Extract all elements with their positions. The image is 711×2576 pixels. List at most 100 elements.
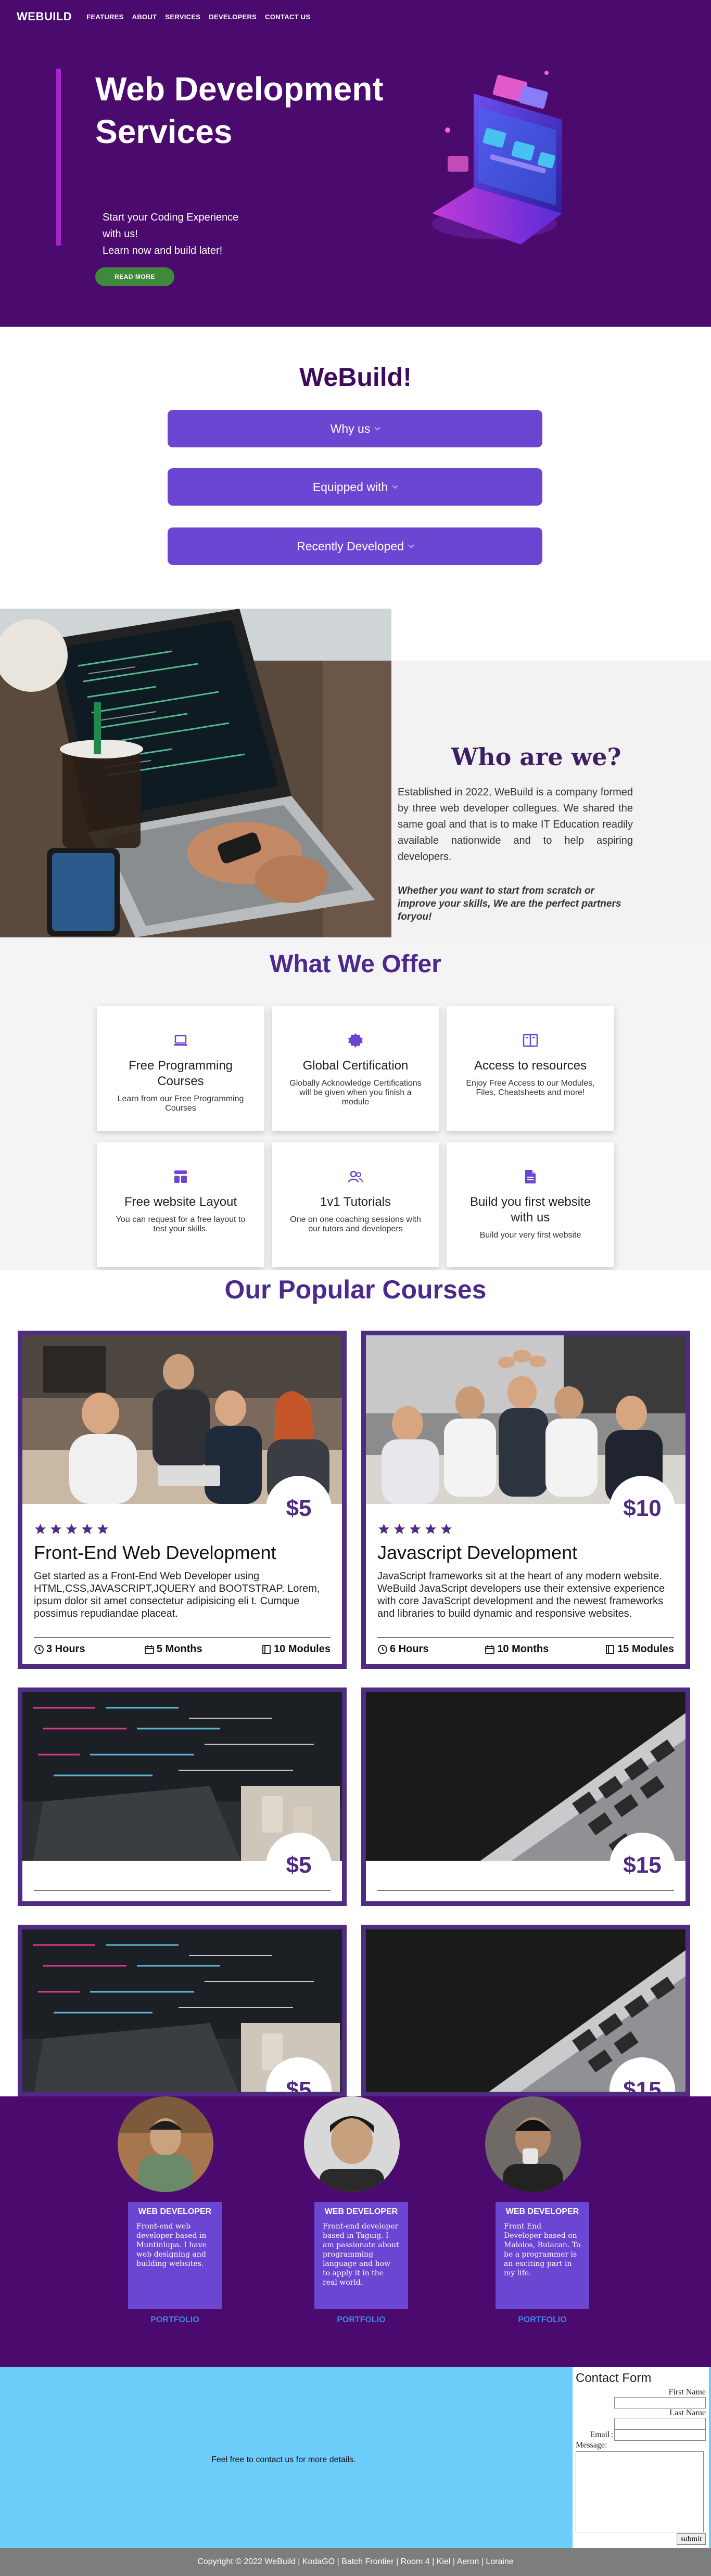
nav-link-services[interactable]: SERVICES <box>165 13 200 21</box>
offer-card-title: 1v1 Tutorials <box>320 1195 391 1209</box>
developer-role: WEB DEVELOPER <box>505 2207 579 2216</box>
offer-card: 1v1 Tutorials One on one coaching sessio… <box>272 1142 439 1267</box>
duration-months: 5 Months <box>144 1643 202 1655</box>
contact-cta-text: Feel free to contact us for more details… <box>211 2455 356 2464</box>
webuild-title: WeBuild! <box>299 363 412 392</box>
offer-card-text: You can request for a free layout to tes… <box>116 1215 246 1233</box>
about-quote: Whether you want to start from scratch o… <box>398 885 621 922</box>
hero-accent-bar <box>56 69 61 246</box>
contact-form-title: Contact Form <box>576 2371 652 2385</box>
email-row: Email: <box>576 2429 706 2441</box>
course-card[interactable]: $15 <box>361 1925 690 2096</box>
nav-link-developers[interactable]: DEVELOPERS <box>209 13 257 21</box>
offer-section: What We Offer Free Programming Courses L… <box>0 937 711 1270</box>
nav-link-contact[interactable]: CONTACT US <box>265 13 310 21</box>
read-more-button[interactable]: READ MORE <box>95 267 174 286</box>
webuild-section: WeBuild! Why us Equipped with Recently D… <box>0 327 711 609</box>
hero-title: Web Development Services <box>95 70 384 150</box>
courses-section: Our Popular Courses $5 Front-End Web Dev… <box>0 1270 711 2096</box>
developer-info: WEB DEVELOPER Front-end web developer ba… <box>128 2202 222 2309</box>
hero-section: WEBUILD FEATURES ABOUT SERVICES DEVELOPE… <box>0 0 711 327</box>
open-book-icon <box>522 1032 539 1049</box>
developer-avatar <box>485 2096 581 2195</box>
course-card[interactable]: $5 <box>18 1925 347 2096</box>
course-meta: 6 Hours 10 Months 15 Modules <box>377 1643 674 1655</box>
first-name-label: First Name <box>668 2388 706 2397</box>
offer-card-text: One on one coaching sessions with our tu… <box>290 1215 421 1233</box>
rating-stars <box>34 1523 331 1536</box>
about-title: Who are we? <box>451 743 621 771</box>
offer-card: Global Certification Globally Acknowledg… <box>272 1006 439 1131</box>
offer-card-title: Access to resources <box>474 1059 587 1073</box>
contact-section: Feel free to contact us for more details… <box>0 2367 711 2548</box>
course-meta: 3 Hours 5 Months 10 Modules <box>34 1643 331 1655</box>
offer-card: Free website Layout You can request for … <box>97 1142 264 1267</box>
users-icon <box>347 1168 364 1185</box>
first-name-input[interactable] <box>614 2397 706 2408</box>
developer-role: WEB DEVELOPER <box>138 2207 212 2216</box>
footer: Copyright © 2022 WeBuild | KodaGO | Batc… <box>0 2548 711 2576</box>
months-label: 5 Months <box>156 1643 202 1655</box>
hero-subtitle: Start your Coding Experience with us! Le… <box>103 209 269 259</box>
course-card[interactable]: $5 <box>18 1688 347 1906</box>
offer-card-title: Free Programming Courses <box>128 1059 233 1088</box>
course-card[interactable]: $5 Front-End Web Development Get started… <box>18 1331 347 1669</box>
last-name-input[interactable] <box>614 2418 706 2429</box>
duration-months: 10 Months <box>485 1643 549 1655</box>
hours-label: 6 Hours <box>390 1643 429 1655</box>
equipped-with-button[interactable]: Equipped with <box>168 468 542 506</box>
brand-logo[interactable]: WEBUILD <box>17 10 72 23</box>
star-icon <box>441 1524 452 1534</box>
offer-card: Access to resources Enjoy Free Access to… <box>447 1006 614 1131</box>
developer-bio: Front End Developer based on Malolos, Bu… <box>504 2222 581 2277</box>
developer-bio: Front-end web developer based in Muntinl… <box>136 2222 207 2268</box>
chevron-down-icon <box>392 482 398 489</box>
course-card[interactable]: $15 <box>361 1688 690 1906</box>
book-icon <box>606 1644 615 1654</box>
star-icon <box>425 1524 436 1534</box>
message-textarea[interactable] <box>576 2451 704 2532</box>
portfolio-link[interactable]: PORTFOLIO <box>304 2315 418 2325</box>
hero-subtitle-line: Learn now and build later! <box>103 245 223 256</box>
why-us-button[interactable]: Why us <box>168 410 542 447</box>
star-icon <box>378 1524 389 1534</box>
calendar-icon <box>485 1645 495 1654</box>
star-icon <box>35 1524 46 1534</box>
course-divider <box>34 1890 331 1891</box>
developer-card: WEB DEVELOPER Front End Developer based … <box>485 2096 600 2325</box>
nav-link-features[interactable]: FEATURES <box>86 13 124 21</box>
duration-hours: 3 Hours <box>34 1643 85 1655</box>
offer-card-text: Enjoy Free Access to our Modules, Files,… <box>466 1079 595 1097</box>
email-input[interactable] <box>614 2429 706 2441</box>
recently-developed-button[interactable]: Recently Developed <box>168 527 542 565</box>
developer-avatar <box>304 2096 400 2195</box>
clock-icon <box>34 1644 44 1654</box>
developer-role: WEB DEVELOPER <box>324 2207 398 2216</box>
recently-developed-label: Recently Developed <box>297 539 404 553</box>
star-icon <box>394 1524 405 1534</box>
courses-title: Our Popular Courses <box>224 1275 487 1304</box>
course-body: Javascript Development JavaScript framew… <box>377 1523 674 1620</box>
document-icon <box>522 1168 539 1185</box>
developer-avatar <box>118 2096 213 2196</box>
calendar-icon <box>144 1645 154 1654</box>
top-nav: WEBUILD FEATURES ABOUT SERVICES DEVELOPE… <box>0 0 711 33</box>
laptop-icon <box>172 1032 189 1049</box>
price-badge: $5 <box>266 1833 332 1898</box>
certificate-icon <box>347 1032 364 1049</box>
offer-card-title: Free website Layout <box>124 1195 237 1209</box>
equipped-with-label: Equipped with <box>312 480 388 494</box>
book-icon <box>262 1644 271 1654</box>
portfolio-link[interactable]: PORTFOLIO <box>118 2315 232 2325</box>
months-label: 10 Months <box>497 1643 549 1655</box>
offer-card: Free Programming Courses Learn from our … <box>97 1006 264 1131</box>
offer-card: Build you first website with us Build yo… <box>447 1142 614 1267</box>
message-label: Message: <box>576 2441 607 2450</box>
course-description: Get started as a Front-End Web Developer… <box>34 1570 320 1619</box>
laptop-illustration <box>432 71 562 244</box>
submit-button[interactable]: submit <box>677 2533 706 2545</box>
nav-link-about[interactable]: ABOUT <box>132 13 157 21</box>
course-card[interactable]: $10 Javascript Development JavaScript fr… <box>361 1331 690 1669</box>
offer-card-title: Global Certification <box>302 1059 409 1073</box>
portfolio-link[interactable]: PORTFOLIO <box>485 2315 600 2325</box>
